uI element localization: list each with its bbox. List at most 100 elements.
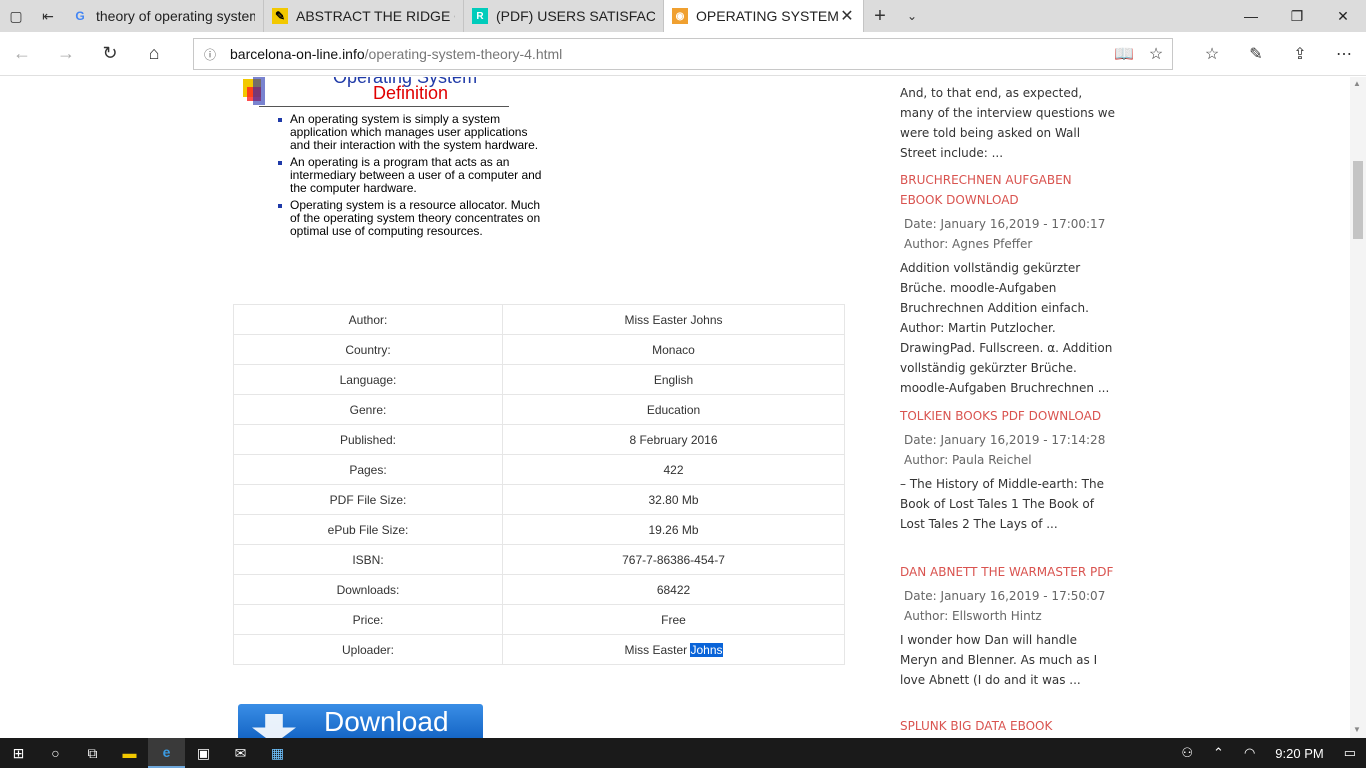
table-row: Published: 8 February 2016 [233, 424, 845, 455]
task-view-icon[interactable]: ⧉ [74, 738, 111, 768]
tab-3[interactable]: R (PDF) USERS SATISFACTION [464, 0, 664, 32]
restore-icon[interactable]: ❐ [1274, 0, 1320, 32]
post-title-link[interactable]: DAN ABNETT THE WARMASTER PDF [900, 562, 1115, 582]
people-icon[interactable]: ⚇ [1171, 745, 1203, 761]
minimize-icon[interactable]: — [1228, 0, 1274, 32]
favorite-star-icon[interactable]: ☆ [1140, 44, 1172, 64]
search-icon[interactable]: ○ [37, 738, 74, 768]
row-value: Education [502, 394, 845, 425]
tab-preview-icon[interactable]: ▢ [0, 0, 32, 32]
row-key: Genre: [233, 394, 503, 425]
row-value: Free [502, 604, 845, 635]
chevron-down-icon[interactable]: ⌄ [896, 0, 928, 32]
post-title-link[interactable]: BRUCHRECHNEN AUFGABEN EBOOK DOWNLOAD [900, 170, 1115, 210]
url-domain: barcelona-on-line.info [230, 46, 365, 62]
row-key: Language: [233, 364, 503, 395]
wifi-icon[interactable]: ◠ [1234, 745, 1265, 761]
download-button[interactable]: Download [238, 704, 483, 738]
share-icon[interactable]: ⇪ [1278, 32, 1322, 76]
scroll-down-icon[interactable]: ▼ [1353, 725, 1361, 734]
table-row: Price: Free [233, 604, 845, 635]
slide-decoration [253, 77, 265, 105]
scrollbar-thumb[interactable] [1353, 161, 1363, 239]
sidebar-post: SPLUNK BIG DATA EBOOK [900, 716, 1115, 736]
address-bar[interactable]: ⓘ barcelona-on-line.info /operating-syst… [193, 38, 1173, 70]
post-date: Date: January 16,2019 - 17:50:07 [904, 589, 1106, 603]
tab-2[interactable]: ✎ ABSTRACT THE RIDGE OPEF [264, 0, 464, 32]
table-row: Country: Monaco [233, 334, 845, 365]
researchgate-icon: R [472, 8, 488, 24]
row-value: Miss Easter Johns [502, 304, 845, 335]
row-key: Author: [233, 304, 503, 335]
row-key: Pages: [233, 454, 503, 485]
post-author: Author: Agnes Pfeffer [904, 237, 1033, 251]
post-title-link[interactable]: SPLUNK BIG DATA EBOOK [900, 716, 1115, 736]
info-icon[interactable]: ⓘ [204, 46, 222, 63]
back-icon[interactable]: ← [0, 32, 44, 76]
book-info-table: Author: Miss Easter Johns Country: Monaco … [233, 304, 845, 665]
scroll-up-icon[interactable]: ▲ [1353, 79, 1361, 88]
row-value: 19.26 Mb [502, 514, 845, 545]
edge-icon[interactable]: e [148, 738, 185, 768]
store-icon[interactable]: ▣ [185, 738, 222, 768]
download-arrow-icon [252, 714, 296, 738]
vertical-scrollbar[interactable]: ▲ ▼ [1350, 77, 1366, 738]
slide-title-line2: Definition [373, 83, 449, 103]
table-row: PDF File Size: 32.80 Mb [233, 484, 845, 515]
tab-title: theory of operating system [96, 8, 255, 24]
favorites-hub-icon[interactable]: ☆ [1190, 32, 1234, 76]
pen-icon[interactable]: ✎ [1234, 32, 1278, 76]
url-path: /operating-system-theory-4.html [364, 46, 563, 62]
row-value: Miss Easter Johns [502, 634, 845, 665]
sidebar-post: TOLKIEN BOOKS PDF DOWNLOAD Date: January… [900, 406, 1115, 534]
post-date: Date: January 16,2019 - 17:00:17 [904, 217, 1106, 231]
row-value: 8 February 2016 [502, 424, 845, 455]
file-explorer-icon[interactable]: ▬ [111, 738, 148, 768]
notification-icon[interactable]: ▭ [1334, 745, 1366, 761]
row-value: Monaco [502, 334, 845, 365]
nav-bar: ← → ↻ ⌂ ⓘ barcelona-on-line.info /operat… [0, 32, 1366, 76]
row-value: 68422 [502, 574, 845, 605]
post-title-link[interactable]: TOLKIEN BOOKS PDF DOWNLOAD [900, 406, 1115, 426]
post-author: Author: Ellsworth Hintz [904, 609, 1042, 623]
start-windows-icon[interactable]: ⊞ [0, 738, 37, 768]
slide-image: Operating System Definition An operating… [233, 77, 563, 267]
table-row: Genre: Education [233, 394, 845, 425]
google-icon: G [75, 9, 85, 23]
table-row: Language: English [233, 364, 845, 395]
row-value: 32.80 Mb [502, 484, 845, 515]
slide-rule [259, 106, 509, 107]
mail-icon[interactable]: ✉ [222, 738, 259, 768]
slide-bullet: An operating system is simply a system a… [278, 113, 548, 152]
post-author: Author: Paula Reichel [904, 453, 1032, 467]
tab-title: (PDF) USERS SATISFACTION [496, 8, 655, 24]
table-row: Uploader: Miss Easter Johns [233, 634, 845, 665]
selected-text: Johns [690, 642, 723, 657]
app-icon[interactable]: ▦ [259, 738, 296, 768]
row-key: ePub File Size: [233, 514, 503, 545]
slide-bullets: An operating system is simply a system a… [278, 113, 548, 242]
tab-bar: ▢ ⇤ G theory of operating system ✎ ABSTR… [0, 0, 1366, 32]
tab-4[interactable]: ◉ OPERATING SYSTEM TH ✕ [664, 0, 864, 32]
rss-icon: ◉ [672, 8, 688, 24]
clock[interactable]: 9:20 PM [1265, 746, 1333, 761]
tab-1[interactable]: G theory of operating system [64, 0, 264, 32]
refresh-icon[interactable]: ↻ [88, 32, 132, 76]
taskbar: ⊞ ○ ⧉ ▬ e ▣ ✉ ▦ ⚇ ⌃ ◠ 9:20 PM ▭ [0, 738, 1366, 768]
forward-icon[interactable]: → [44, 32, 88, 76]
home-icon[interactable]: ⌂ [132, 32, 176, 76]
row-key: Published: [233, 424, 503, 455]
table-row: ePub File Size: 19.26 Mb [233, 514, 845, 545]
new-tab-icon[interactable]: + [864, 0, 896, 32]
set-tabs-aside-icon[interactable]: ⇤ [32, 0, 64, 32]
post-date: Date: January 16,2019 - 17:14:28 [904, 433, 1106, 447]
row-value: 767-7-86386-454-7 [502, 544, 845, 575]
close-window-icon[interactable]: ✕ [1320, 0, 1366, 32]
row-key: PDF File Size: [233, 484, 503, 515]
reading-view-icon[interactable]: 📖 [1108, 44, 1140, 64]
more-icon[interactable]: ⋯ [1322, 32, 1366, 76]
close-tab-icon[interactable]: ✕ [839, 6, 855, 26]
tab-title: ABSTRACT THE RIDGE OPEF [296, 8, 455, 24]
tray-chevron-icon[interactable]: ⌃ [1203, 745, 1234, 761]
table-row: Pages: 422 [233, 454, 845, 485]
